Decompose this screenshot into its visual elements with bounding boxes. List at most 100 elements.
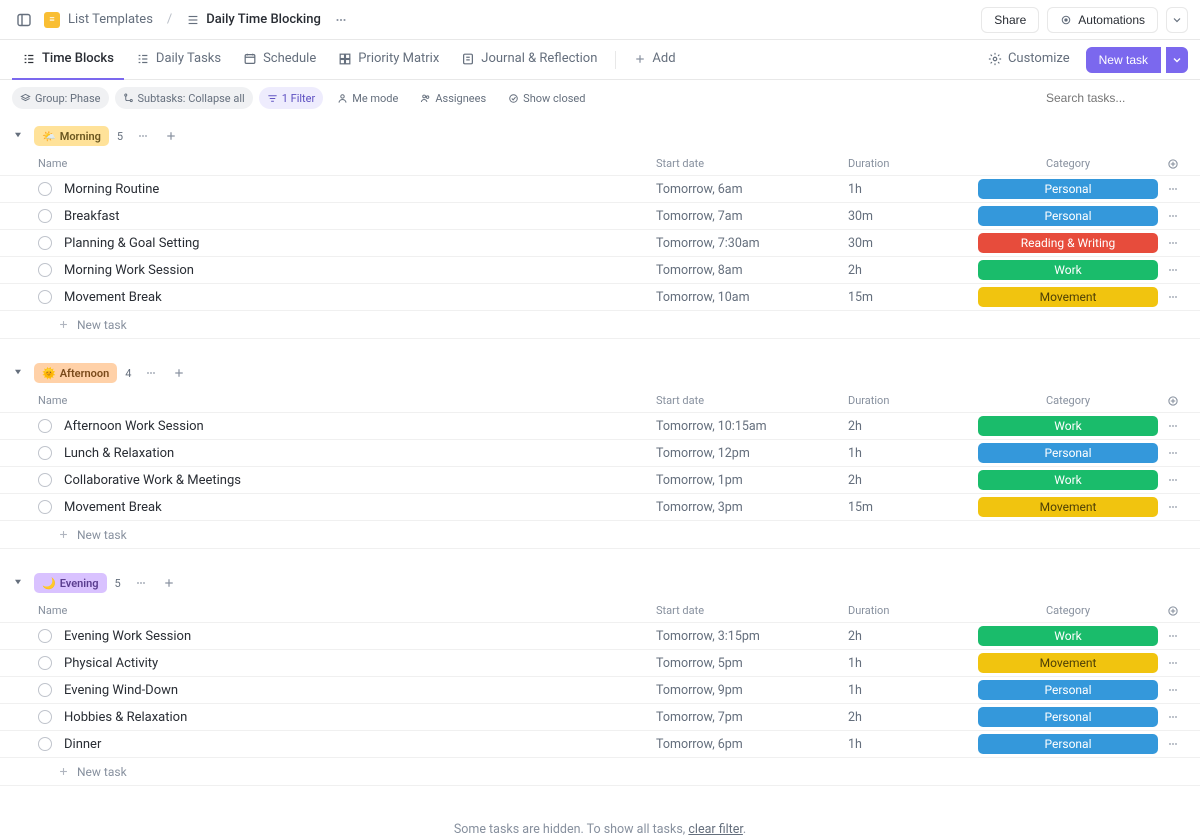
subtasks-chip[interactable]: Subtasks: Collapse all [115, 87, 253, 109]
col-name[interactable]: Name [38, 604, 656, 617]
group-badge[interactable]: 🌙Evening [34, 573, 107, 593]
group-chip[interactable]: Group: Phase [12, 87, 109, 109]
task-name[interactable]: Evening Wind-Down [64, 683, 656, 698]
cell-start[interactable]: Tomorrow, 5pm [656, 656, 848, 671]
cell-duration[interactable]: 30m [848, 209, 978, 224]
cell-duration[interactable]: 2h [848, 710, 978, 725]
cell-start[interactable]: Tomorrow, 10am [656, 290, 848, 305]
task-name[interactable]: Collaborative Work & Meetings [64, 473, 656, 488]
status-dot-icon[interactable] [38, 263, 52, 277]
assignees-chip[interactable]: Assignees [412, 87, 494, 109]
row-more-icon[interactable] [1158, 501, 1188, 513]
sidebar-toggle-icon[interactable] [12, 8, 36, 32]
col-start[interactable]: Start date [656, 604, 848, 617]
cell-duration[interactable]: 30m [848, 236, 978, 251]
category-pill[interactable]: Personal [978, 680, 1158, 700]
share-button[interactable]: Share [981, 7, 1039, 33]
cell-start[interactable]: Tomorrow, 3pm [656, 500, 848, 515]
category-pill[interactable]: Movement [978, 653, 1158, 673]
group-more-icon[interactable] [139, 361, 163, 385]
table-row[interactable]: Physical ActivityTomorrow, 5pm1hMovement [0, 650, 1200, 677]
category-pill[interactable]: Work [978, 626, 1158, 646]
task-name[interactable]: Planning & Goal Setting [64, 236, 656, 251]
tab-journal-reflection[interactable]: Journal & Reflection [451, 40, 607, 80]
table-row[interactable]: Afternoon Work SessionTomorrow, 10:15am2… [0, 413, 1200, 440]
table-row[interactable]: Planning & Goal SettingTomorrow, 7:30am3… [0, 230, 1200, 257]
table-row[interactable]: Movement BreakTomorrow, 10am15mMovement [0, 284, 1200, 311]
cell-start[interactable]: Tomorrow, 7pm [656, 710, 848, 725]
page-title[interactable]: Daily Time Blocking [186, 12, 321, 27]
status-dot-icon[interactable] [38, 710, 52, 724]
table-row[interactable]: Evening Wind-DownTomorrow, 9pm1hPersonal [0, 677, 1200, 704]
automations-button[interactable]: Automations [1047, 7, 1158, 33]
row-more-icon[interactable] [1158, 630, 1188, 642]
new-task-row[interactable]: New task [0, 521, 1200, 549]
col-start[interactable]: Start date [656, 157, 848, 170]
category-pill[interactable]: Personal [978, 734, 1158, 754]
table-row[interactable]: Lunch & RelaxationTomorrow, 12pm1hPerson… [0, 440, 1200, 467]
col-duration[interactable]: Duration [848, 604, 978, 617]
category-pill[interactable]: Personal [978, 206, 1158, 226]
task-name[interactable]: Hobbies & Relaxation [64, 710, 656, 725]
customize-button[interactable]: Customize [978, 51, 1080, 68]
task-name[interactable]: Morning Work Session [64, 263, 656, 278]
cell-duration[interactable]: 15m [848, 290, 978, 305]
status-dot-icon[interactable] [38, 290, 52, 304]
cell-start[interactable]: Tomorrow, 3:15pm [656, 629, 848, 644]
row-more-icon[interactable] [1158, 738, 1188, 750]
row-more-icon[interactable] [1158, 711, 1188, 723]
tab-time-blocks[interactable]: Time Blocks [12, 40, 124, 80]
row-more-icon[interactable] [1158, 420, 1188, 432]
task-name[interactable]: Morning Routine [64, 182, 656, 197]
cell-duration[interactable]: 2h [848, 419, 978, 434]
show-closed-chip[interactable]: Show closed [500, 87, 593, 109]
cell-start[interactable]: Tomorrow, 10:15am [656, 419, 848, 434]
category-pill[interactable]: Personal [978, 707, 1158, 727]
group-caret-icon[interactable] [12, 576, 26, 590]
col-start[interactable]: Start date [656, 394, 848, 407]
category-pill[interactable]: Movement [978, 287, 1158, 307]
tab-schedule[interactable]: Schedule [233, 40, 326, 80]
new-task-row[interactable]: New task [0, 758, 1200, 786]
new-task-chevron[interactable] [1166, 47, 1188, 73]
cell-duration[interactable]: 1h [848, 683, 978, 698]
group-caret-icon[interactable] [12, 366, 26, 380]
cell-start[interactable]: Tomorrow, 12pm [656, 446, 848, 461]
task-name[interactable]: Dinner [64, 737, 656, 752]
status-dot-icon[interactable] [38, 419, 52, 433]
col-name[interactable]: Name [38, 157, 656, 170]
row-more-icon[interactable] [1158, 447, 1188, 459]
status-dot-icon[interactable] [38, 446, 52, 460]
group-more-icon[interactable] [131, 124, 155, 148]
search-input[interactable] [1038, 86, 1188, 110]
cell-start[interactable]: Tomorrow, 9pm [656, 683, 848, 698]
row-more-icon[interactable] [1158, 264, 1188, 276]
group-add-icon[interactable] [159, 124, 183, 148]
group-add-icon[interactable] [157, 571, 181, 595]
group-add-icon[interactable] [167, 361, 191, 385]
cell-duration[interactable]: 2h [848, 473, 978, 488]
new-task-row[interactable]: New task [0, 311, 1200, 339]
cell-duration[interactable]: 2h [848, 629, 978, 644]
category-pill[interactable]: Personal [978, 443, 1158, 463]
new-task-button[interactable]: New task [1086, 47, 1161, 73]
table-row[interactable]: Morning RoutineTomorrow, 6am1hPersonal [0, 176, 1200, 203]
status-dot-icon[interactable] [38, 236, 52, 250]
task-name[interactable]: Lunch & Relaxation [64, 446, 656, 461]
clear-filter-link[interactable]: clear filter [688, 822, 743, 837]
tab-priority-matrix[interactable]: Priority Matrix [328, 40, 449, 80]
group-badge[interactable]: 🌞Afternoon [34, 363, 117, 383]
task-name[interactable]: Movement Break [64, 290, 656, 305]
category-pill[interactable]: Work [978, 260, 1158, 280]
add-column-icon[interactable] [1158, 158, 1188, 170]
table-row[interactable]: DinnerTomorrow, 6pm1hPersonal [0, 731, 1200, 758]
cell-duration[interactable]: 1h [848, 656, 978, 671]
add-view[interactable]: Add [624, 40, 685, 80]
status-dot-icon[interactable] [38, 209, 52, 223]
cell-duration[interactable]: 1h [848, 182, 978, 197]
row-more-icon[interactable] [1158, 183, 1188, 195]
row-more-icon[interactable] [1158, 474, 1188, 486]
task-name[interactable]: Evening Work Session [64, 629, 656, 644]
cell-start[interactable]: Tomorrow, 7:30am [656, 236, 848, 251]
table-row[interactable]: Hobbies & RelaxationTomorrow, 7pm2hPerso… [0, 704, 1200, 731]
